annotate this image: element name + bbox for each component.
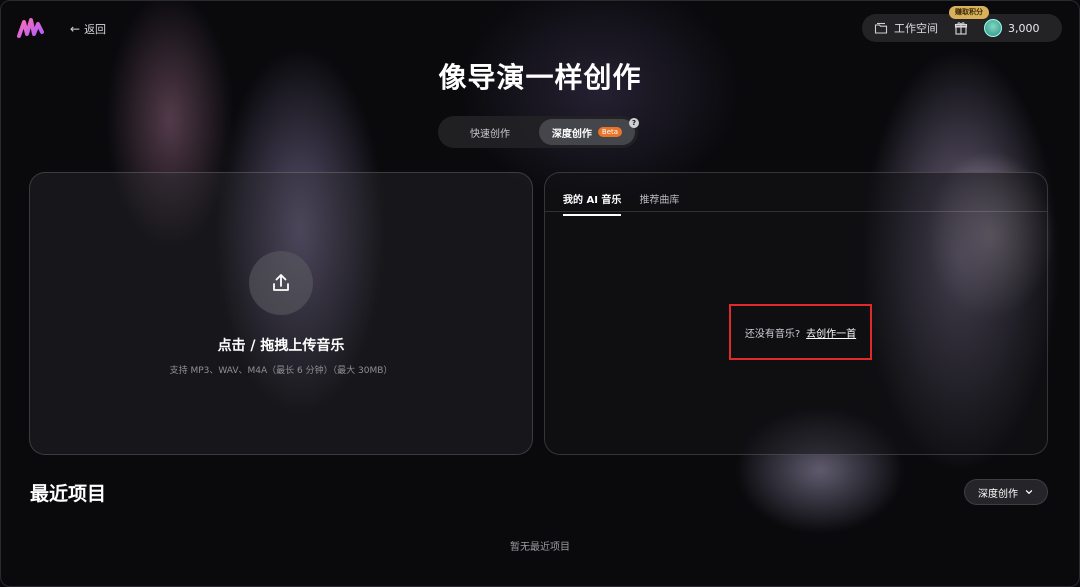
tab-quick-create[interactable]: 快速创作	[441, 119, 539, 145]
arrow-left-icon: ←	[70, 22, 81, 36]
avatar	[984, 19, 1002, 37]
credits-value: 3,000	[1008, 21, 1040, 35]
create-music-link[interactable]: 去创作一首	[806, 325, 856, 340]
divider	[545, 211, 1047, 212]
help-icon[interactable]: ?	[629, 118, 639, 128]
tab-my-ai-music[interactable]: 我的 AI 音乐	[563, 191, 622, 216]
earn-points-badge[interactable]: 赚取积分	[949, 6, 989, 19]
page-title: 像导演一样创作	[438, 61, 642, 94]
back-label: 返回	[84, 23, 107, 36]
upload-title: 点击 / 拖拽上传音乐	[217, 338, 345, 354]
upload-icon	[273, 274, 289, 291]
top-bar: ← 返回 工作空间 3,000 赚取积分	[0, 0, 1080, 58]
app-logo-icon[interactable]	[16, 16, 46, 42]
workspace-label: 工作空间	[894, 22, 938, 35]
tab-recommended-library[interactable]: 推荐曲库	[639, 191, 679, 216]
music-panel: 我的 AI 音乐 推荐曲库 还没有音乐? 去创作一首	[544, 172, 1048, 455]
upload-button[interactable]	[249, 251, 313, 315]
chevron-down-icon	[1025, 490, 1033, 494]
tab-deep-create[interactable]: 深度创作 Beta	[539, 119, 635, 145]
music-tabs: 我的 AI 音乐 推荐曲库	[563, 191, 679, 216]
recent-filter-label: 深度创作	[978, 488, 1018, 500]
beta-badge: Beta	[597, 127, 623, 137]
gift-icon	[954, 22, 968, 35]
tab-deep-create-label: 深度创作	[551, 128, 592, 140]
empty-recent-text: 暂无最近项目	[510, 542, 570, 553]
empty-music-text: 还没有音乐?	[744, 328, 801, 340]
workspace-button[interactable]: 工作空间	[874, 20, 938, 36]
upload-subtitle: 支持 MP3、WAV、M4A（最长 6 分钟）（最大 30MB）	[169, 366, 393, 376]
mode-switch: 快速创作 深度创作 Beta	[438, 116, 638, 148]
recent-projects-title: 最近项目	[30, 483, 107, 505]
folder-icon	[874, 22, 888, 34]
credits-display[interactable]: 3,000	[984, 19, 1040, 37]
back-button[interactable]: ← 返回	[70, 21, 106, 37]
empty-music-message: 还没有音乐? 去创作一首	[729, 304, 872, 360]
recent-filter-dropdown[interactable]: 深度创作	[964, 479, 1048, 505]
upload-panel[interactable]: 点击 / 拖拽上传音乐 支持 MP3、WAV、M4A（最长 6 分钟）（最大 3…	[29, 172, 533, 455]
gift-button[interactable]	[952, 19, 970, 37]
